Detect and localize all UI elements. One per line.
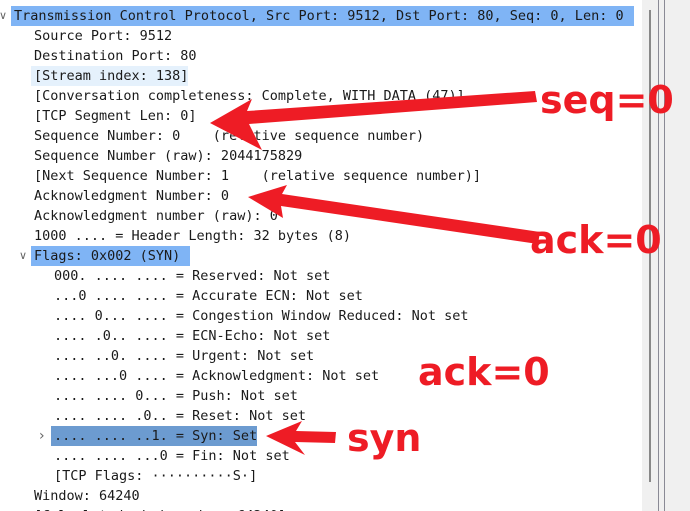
ack-annotation: ack=0 [418, 350, 550, 394]
ack-annotation: ack=0 [530, 218, 662, 262]
arrow-seq [210, 91, 537, 150]
syn-annotation: syn [347, 416, 422, 460]
arrow-ack-1 [248, 185, 540, 244]
arrow-syn [266, 421, 336, 455]
seq-annotation: seq=0 [540, 78, 674, 122]
